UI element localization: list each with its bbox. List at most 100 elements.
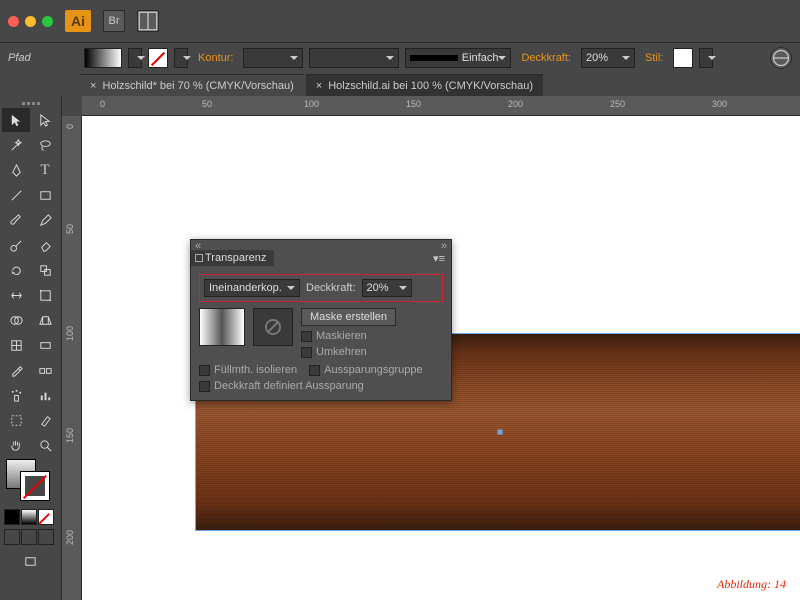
free-transform-tool[interactable] [31,283,59,307]
transparency-panel[interactable]: « » Transparenz ▾≡ Ineinanderkop. Deckkraf… [190,239,452,401]
rectangle-tool[interactable] [31,183,59,207]
magic-wand-tool[interactable] [2,133,30,157]
canvas-area: 0 50 100 150 200 250 300 0 50 100 150 20… [62,96,800,600]
isolate-label: Füllmth. isolieren [214,364,297,376]
hand-tool[interactable] [2,433,30,457]
horizontal-ruler[interactable]: 0 50 100 150 200 250 300 [82,96,800,116]
ruler-tick: 100 [304,99,319,109]
blend-mode-value: Ineinanderkop. [209,282,282,294]
color-mode[interactable] [4,509,20,525]
stroke-box[interactable] [20,471,50,501]
panel-title: Transparenz [205,252,266,264]
draw-normal[interactable] [4,529,20,545]
pencil-tool[interactable] [31,208,59,232]
ruler-tick: 300 [712,99,727,109]
selection-type-label: Pfad [8,52,78,64]
create-mask-label: Maske erstellen [310,311,387,323]
work-area: T [0,96,800,600]
ruler-tick: 100 [65,326,75,341]
selection-handle[interactable] [497,430,502,435]
arrange-documents-button[interactable] [137,10,159,32]
column-graph-tool[interactable] [31,383,59,407]
object-thumbnail[interactable] [199,308,245,346]
close-window-icon[interactable] [8,16,19,27]
style-dropdown[interactable] [699,48,713,68]
document-tabbar: × Holzschild* bei 70 % (CMYK/Vorschau) × H… [0,72,800,96]
invert-checkbox: Umkehren [301,346,396,358]
opacity-value: 20% [586,52,608,64]
ruler-tick: 150 [65,428,75,443]
zoom-tool[interactable] [31,433,59,457]
stroke-weight-dropdown[interactable] [243,48,303,68]
panel-close-icon[interactable]: » [441,240,447,250]
artboard-tool[interactable] [2,408,30,432]
rotate-tool[interactable] [2,258,30,282]
panel-opacity-value: 20% [367,282,389,294]
bridge-button[interactable]: Br [103,10,125,32]
ruler-tick: 0 [100,99,105,109]
screen-mode[interactable] [2,549,59,573]
shape-builder-tool[interactable] [2,308,30,332]
draw-inside[interactable] [38,529,54,545]
opacity-dropdown[interactable]: 20% [581,48,635,68]
line-tool[interactable] [2,183,30,207]
document-tab-1[interactable]: × Holzschild* bei 70 % (CMYK/Vorschau) [80,74,304,96]
draw-behind[interactable] [21,529,37,545]
direct-selection-tool[interactable] [31,108,59,132]
window-traffic-lights[interactable] [8,16,53,27]
gradient-mode[interactable] [21,509,37,525]
opacity-defines-knockout-checkbox[interactable]: Deckkraft definiert Aussparung [199,380,443,392]
symbol-sprayer-tool[interactable] [2,383,30,407]
eraser-tool[interactable] [31,233,59,257]
close-tab-icon[interactable]: × [316,80,322,92]
document-tab-2[interactable]: × Holzschild.ai bei 100 % (CMYK/Vorschau) [306,74,543,96]
panel-menu-icon[interactable]: ▾≡ [427,250,451,267]
stroke-label: Kontur: [194,52,237,64]
brush-dropdown[interactable]: Einfach [405,48,511,68]
stroke-dropdown[interactable] [174,48,188,68]
gradient-tool[interactable] [31,333,59,357]
scale-tool[interactable] [31,258,59,282]
none-mode[interactable] [38,509,54,525]
type-tool[interactable]: T [31,158,59,182]
panel-opacity-dropdown[interactable]: 20% [362,279,412,297]
perspective-grid-tool[interactable] [31,308,59,332]
slice-tool[interactable] [31,408,59,432]
stroke-swatch[interactable] [148,48,168,68]
vertical-ruler[interactable]: 0 50 100 150 200 [62,116,82,600]
mesh-tool[interactable] [2,333,30,357]
style-swatch[interactable] [673,48,693,68]
close-tab-icon[interactable]: × [90,80,96,92]
minimize-window-icon[interactable] [25,16,36,27]
pen-tool[interactable] [2,158,30,182]
paintbrush-tool[interactable] [2,208,30,232]
panel-collapse-icon[interactable]: « [195,240,201,250]
create-mask-button[interactable]: Maske erstellen [301,308,396,326]
fill-stroke-control[interactable] [4,459,57,505]
panel-tab[interactable]: Transparenz [191,250,274,266]
ruler-tick: 50 [202,99,212,109]
knockout-group-checkbox[interactable]: Aussparungsgruppe [309,364,422,376]
blob-brush-tool[interactable] [2,233,30,257]
doc-setup-button[interactable] [770,47,792,69]
stroke-profile-dropdown[interactable] [309,48,399,68]
tab-label: Holzschild* bei 70 % (CMYK/Vorschau) [102,80,293,92]
highlighted-row: Ineinanderkop. Deckkraft: 20% [199,274,443,302]
blend-tool[interactable] [31,358,59,382]
blend-mode-dropdown[interactable]: Ineinanderkop. [204,279,300,297]
fill-swatch[interactable] [84,48,122,68]
brush-name: Einfach [462,52,499,64]
lasso-tool[interactable] [31,133,59,157]
zoom-window-icon[interactable] [42,16,53,27]
eyedropper-tool[interactable] [2,358,30,382]
width-tool[interactable] [2,283,30,307]
opacity-label: Deckkraft: [517,52,575,64]
selection-tool[interactable] [2,108,30,132]
panel-grip[interactable] [2,98,59,108]
mask-thumbnail[interactable] [253,308,293,346]
tab-label: Holzschild.ai bei 100 % (CMYK/Vorschau) [328,80,533,92]
tool-panel: T [0,96,62,600]
isolate-blend-checkbox[interactable]: Füllmth. isolieren [199,364,297,376]
fill-dropdown[interactable] [128,48,142,68]
define-label: Deckkraft definiert Aussparung [214,380,364,392]
